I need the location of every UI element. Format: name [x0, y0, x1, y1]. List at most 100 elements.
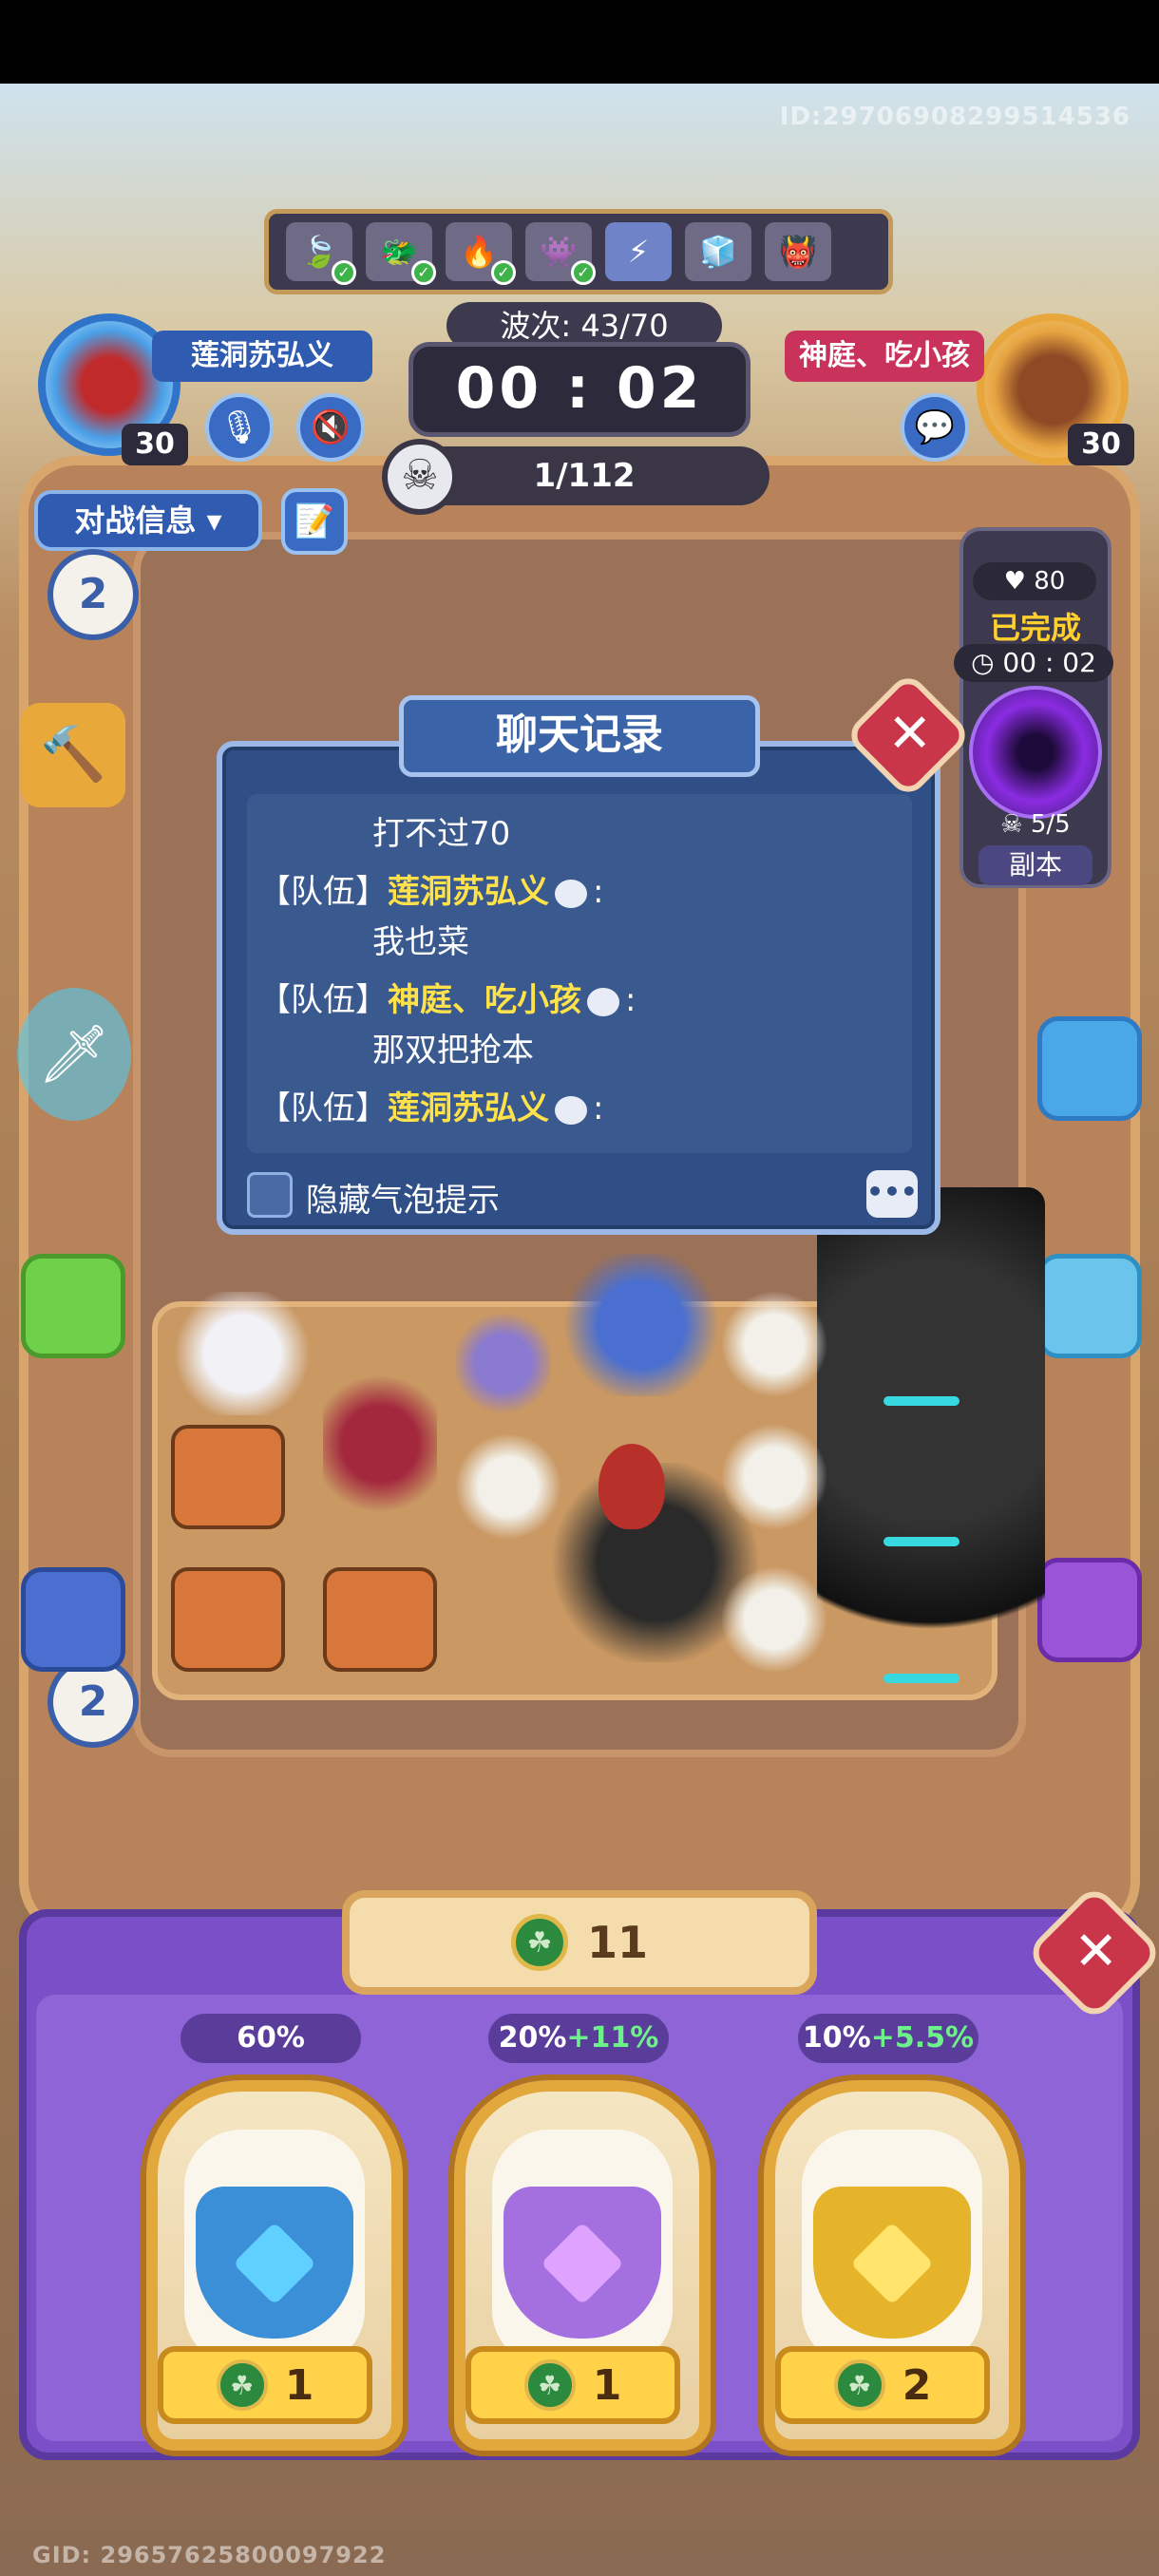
dark-knight-icon: 🐲 ✓ — [366, 222, 436, 285]
chat-separator: : — [593, 1089, 604, 1127]
clover-coin-icon: ☘ — [523, 2359, 576, 2411]
penguin-enemy — [456, 1434, 560, 1539]
penguin-enemy — [722, 1292, 826, 1396]
chat-input-icon[interactable]: ••• — [866, 1170, 918, 1218]
coin-balance: ☘ 11 — [342, 1890, 817, 1995]
dungeon-time: ◷ 00 : 02 — [954, 644, 1113, 682]
hide-bubble-checkbox[interactable] — [247, 1172, 293, 1218]
chat-message-header: 【队伍】神庭、吃小孩: — [258, 974, 901, 1020]
slot-odds-base: 20% — [498, 2021, 567, 2055]
status-bar — [0, 0, 1159, 84]
black-dragon-enemy-group — [817, 1187, 1045, 1700]
coin-amount: 11 — [586, 1917, 648, 1968]
voice-icon[interactable] — [555, 1095, 587, 1125]
chat-message-body: 打不过70 — [372, 815, 511, 853]
mic-muted-icon[interactable]: 🎙 — [205, 393, 274, 462]
robot-unit — [171, 1567, 285, 1672]
leaf-icon: 🍃 ✓ — [286, 222, 356, 285]
buy-button[interactable]: ☘ 1 — [466, 2346, 680, 2424]
white-hero-unit — [171, 1292, 314, 1415]
chat-message-header: 【队伍】莲洞苏弘义: — [258, 865, 901, 912]
purple-cube-tower-icon[interactable] — [1037, 1558, 1142, 1662]
slot-odds: 60% — [180, 2014, 361, 2063]
edit-icon[interactable]: 📝 — [281, 488, 348, 555]
chat-message-body: 那双把抢本 — [372, 1032, 534, 1070]
chat-message: 【队伍】神庭、吃小孩: 那双把抢本 — [258, 974, 901, 1070]
ice-cube-tower-icon[interactable] — [1037, 1254, 1142, 1358]
dungeon-hp: ♥ 80 — [973, 562, 1096, 600]
slot-odds-base: 10% — [802, 2021, 871, 2055]
hide-bubble-label: 隐藏气泡提示 — [306, 1182, 500, 1220]
speaker-muted-icon[interactable]: 🔇 — [296, 393, 365, 462]
chat-separator: : — [625, 981, 636, 1019]
voice-icon[interactable] — [555, 879, 587, 908]
hammer-tower-icon[interactable]: 🔨 — [21, 703, 125, 807]
chat-channel: 【队伍】 — [258, 981, 388, 1019]
buy-price: 1 — [284, 2360, 314, 2410]
crystal-unit — [456, 1311, 551, 1415]
chat-message-header: 【队伍】莲洞苏弘义: — [258, 1082, 901, 1128]
robot-unit — [171, 1425, 285, 1529]
portal-icon[interactable] — [969, 686, 1102, 819]
dungeon-status: 已完成 — [989, 610, 1081, 646]
chat-message: 【队伍】莲洞苏弘义: 我也菜 — [258, 865, 901, 962]
wave-timer: 00 : 02 — [408, 342, 750, 437]
buy-button[interactable]: ☘ 2 — [775, 2346, 990, 2424]
blue-dragon-unit — [560, 1254, 722, 1396]
sword-tower-icon[interactable]: 🗡 — [17, 988, 131, 1121]
dungeon-count: ☠ 5/5 — [1000, 810, 1071, 839]
checkmark-icon: ✓ — [571, 260, 596, 285]
clover-coin-icon: ☘ — [510, 1914, 568, 1971]
slot-odds-base: 60% — [237, 2021, 305, 2055]
chat-bubble-icon[interactable]: 💬 — [901, 393, 969, 462]
skull-icon: ☠ — [382, 439, 458, 515]
chat-message: 打不过70 — [258, 807, 901, 854]
speech-bubble-counter[interactable]: 2 — [48, 549, 139, 640]
blue-cube-tower-icon[interactable] — [21, 1567, 125, 1672]
battle-info-button[interactable]: 对战信息 ▾ — [34, 490, 262, 551]
red-egg-unit — [598, 1444, 665, 1529]
penguin-enemy — [722, 1425, 826, 1529]
voice-icon[interactable] — [587, 987, 619, 1016]
ice-monster-icon: 🧊 — [685, 222, 751, 281]
chat-message-body: 我也菜 — [372, 923, 469, 961]
chat-log[interactable]: 打不过70 【队伍】莲洞苏弘义: 我也菜 【队伍】神庭、吃小孩: 那双把抢本 【队伍】莲洞… — [247, 794, 912, 1153]
fire-icon: 🔥 ✓ — [446, 222, 516, 285]
checkmark-icon: ✓ — [332, 260, 356, 285]
enemy-hp-bar — [884, 1537, 960, 1546]
clover-coin-icon: ☘ — [216, 2359, 268, 2411]
checkmark-icon: ✓ — [411, 260, 436, 285]
player-level-left: 30 — [122, 424, 188, 465]
clover-coin-icon: ☘ — [833, 2359, 885, 2411]
enemy-hp-bar — [884, 1674, 960, 1683]
gid-text: GID: 29657625800097922 — [32, 2542, 387, 2568]
slot-odds-bonus: +5.5% — [870, 2021, 975, 2055]
buy-price: 2 — [902, 2360, 932, 2410]
blue-crystal-tower-icon[interactable] — [1037, 1016, 1142, 1121]
buy-price: 1 — [592, 2360, 622, 2410]
chat-sender-name[interactable]: 莲洞苏弘义 — [388, 1089, 549, 1127]
close-icon: ✕ — [886, 702, 932, 765]
buy-button[interactable]: ☘ 1 — [158, 2346, 372, 2424]
penguin-enemy — [722, 1567, 826, 1672]
slot-odds: 20%+11% — [488, 2014, 669, 2063]
lightning-icon: ⚡ — [605, 222, 672, 281]
chat-sender-name[interactable]: 神庭、吃小孩 — [388, 981, 581, 1019]
wave-banner: 🍃 ✓ 🐲 ✓ 🔥 ✓ 👾 ✓ ⚡ 🧊 👹 — [264, 209, 893, 294]
slot-odds-bonus: +11% — [566, 2021, 659, 2055]
player-id-text: ID:29706908299514536 — [779, 103, 1130, 131]
dungeon-label[interactable]: 副本 — [978, 845, 1092, 885]
robot-unit — [323, 1567, 437, 1672]
player-level-right: 30 — [1068, 424, 1134, 465]
player-name-left: 莲洞苏弘义 — [152, 331, 372, 382]
chat-separator: : — [593, 873, 604, 911]
green-cube-tower-icon[interactable] — [21, 1254, 125, 1358]
chat-sender-name[interactable]: 莲洞苏弘义 — [388, 873, 549, 911]
succubus-hero-unit — [323, 1368, 437, 1520]
player-name-right: 神庭、吃小孩 — [785, 331, 984, 382]
close-icon: ✕ — [1073, 1920, 1118, 1982]
chat-channel: 【队伍】 — [258, 873, 388, 911]
chat-title: 聊天记录 — [399, 695, 760, 777]
monster-group-icon: 👾 ✓ — [525, 222, 596, 285]
checkmark-icon: ✓ — [491, 260, 516, 285]
